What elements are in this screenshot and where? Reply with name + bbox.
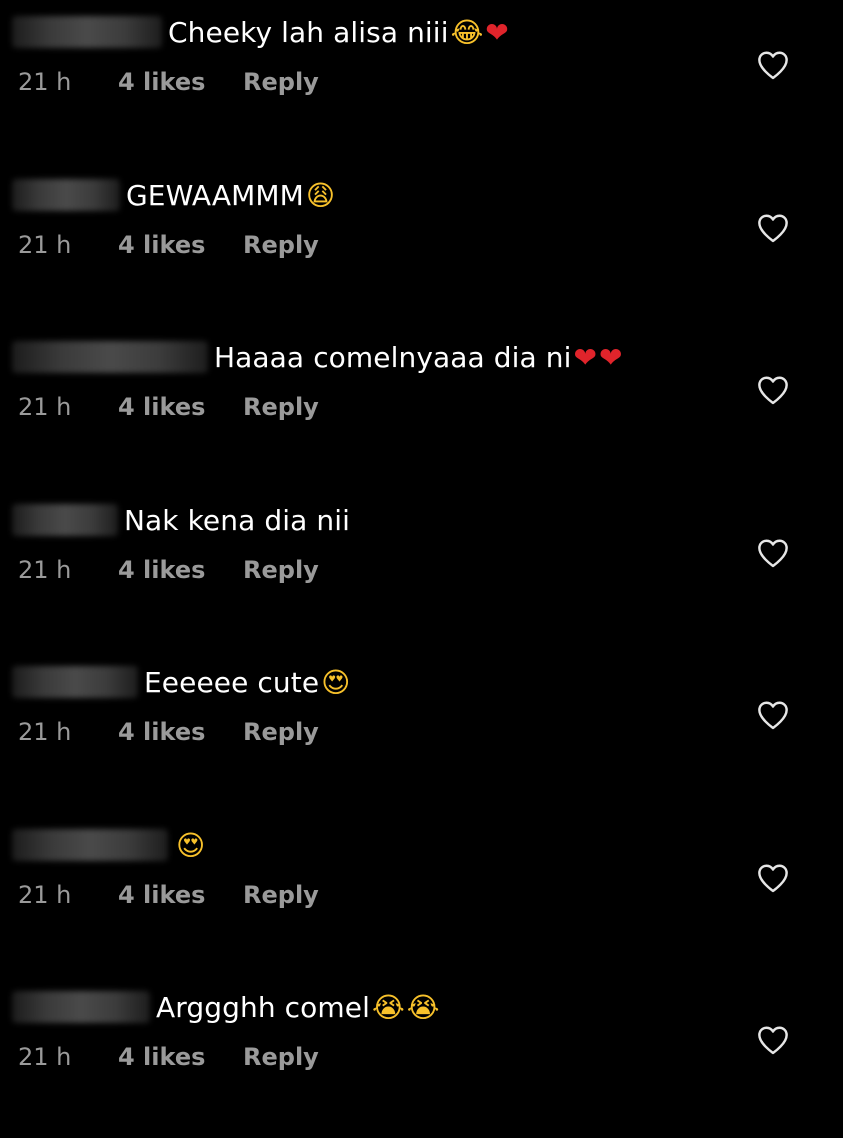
comment-line: Arggghh comel 😭 😭 [12,985,439,1029]
comment-line: Haaaa comelnyaaa dia ni ❤ ❤ [12,335,622,379]
reply-button[interactable]: Reply [243,718,319,746]
comment-text: Haaaa comelnyaaa dia ni [214,340,572,374]
comment-meta: 21 h 4 likes Reply [18,873,319,917]
likes-count[interactable]: 4 likes [118,393,243,421]
comment-meta: 21 h 4 likes Reply [18,223,319,267]
comment-text: Cheeky lah alisa niii [168,15,449,49]
comment-meta: 21 h 4 likes Reply [18,60,319,104]
like-heart-icon[interactable] [756,700,790,730]
comment-line: Eeeeee cute 😍 [12,660,350,704]
reply-button[interactable]: Reply [243,556,319,584]
comment-meta: 21 h 4 likes Reply [18,710,319,754]
comment-timestamp: 21 h [18,718,72,746]
comment-line: Nak kena dia nii [12,498,350,542]
comment-timestamp: 21 h [18,231,72,259]
comment-line: Cheeky lah alisa niii 😂 ❤ [12,10,509,54]
comment-meta: 21 h 4 likes Reply [18,1035,319,1079]
comment-timestamp: 21 h [18,881,72,909]
comment-item: 😍 21 h 4 likes Reply [0,813,843,976]
like-heart-icon[interactable] [756,213,790,243]
likes-count[interactable]: 4 likes [118,68,243,96]
username-blurred[interactable] [12,179,120,211]
reply-button[interactable]: Reply [243,393,319,421]
reply-button[interactable]: Reply [243,231,319,259]
comment-text: Nak kena dia nii [124,503,350,537]
heart-emoji: ❤ [485,15,509,49]
likes-count[interactable]: 4 likes [118,881,243,909]
likes-count[interactable]: 4 likes [118,231,243,259]
username-blurred[interactable] [12,666,138,698]
face-emoji: 😂 [450,15,484,49]
username-blurred[interactable] [12,991,150,1023]
comment-meta: 21 h 4 likes Reply [18,548,319,592]
username-blurred[interactable] [12,504,118,536]
likes-count[interactable]: 4 likes [118,1043,243,1071]
comment-timestamp: 21 h [18,556,72,584]
like-heart-icon[interactable] [756,50,790,80]
comment-timestamp: 21 h [18,393,72,421]
reply-button[interactable]: Reply [243,1043,319,1071]
comment-text: Arggghh comel [156,990,370,1024]
reply-button[interactable]: Reply [243,68,319,96]
heart-emoji: ❤ [573,340,597,374]
face-emoji: 😩 [305,178,336,212]
like-heart-icon[interactable] [756,538,790,568]
comment-timestamp: 21 h [18,1043,72,1071]
comment-item: Cheeky lah alisa niii 😂 ❤ 21 h 4 likes Reply [0,0,843,163]
likes-count[interactable]: 4 likes [118,718,243,746]
face-emoji: 😭 [406,990,440,1024]
like-heart-icon[interactable] [756,863,790,893]
like-heart-icon[interactable] [756,375,790,405]
comment-item: Eeeeee cute 😍 21 h 4 likes Reply [0,650,843,813]
face-emoji: 😍 [176,828,206,862]
likes-count[interactable]: 4 likes [118,556,243,584]
comment-item: Nak kena dia nii 21 h 4 likes Reply [0,488,843,651]
comment-timestamp: 21 h [18,68,72,96]
heart-emoji: ❤ [599,340,623,374]
username-blurred[interactable] [12,16,162,48]
comment-text: GEWAAMMM [126,178,304,212]
comment-line: GEWAAMMM 😩 [12,173,335,217]
reply-button[interactable]: Reply [243,881,319,909]
like-heart-icon[interactable] [756,1025,790,1055]
comment-item: Arggghh comel 😭 😭 21 h4 likes Reply [0,975,843,1138]
comment-meta: 21 h 4 likes Reply [18,385,319,429]
face-emoji: 😭 [372,990,405,1024]
comment-item: Haaaa comelnyaaa dia ni ❤ ❤ 21 h4 likes Repl… [0,325,843,488]
comment-item: GEWAAMMM 😩 21 h 4 likes Reply [0,163,843,326]
face-emoji: 😍 [321,665,351,699]
username-blurred[interactable] [12,829,168,861]
comment-text: Eeeeee cute [144,665,320,699]
username-blurred[interactable] [12,341,208,373]
comment-line: 😍 [12,823,205,867]
